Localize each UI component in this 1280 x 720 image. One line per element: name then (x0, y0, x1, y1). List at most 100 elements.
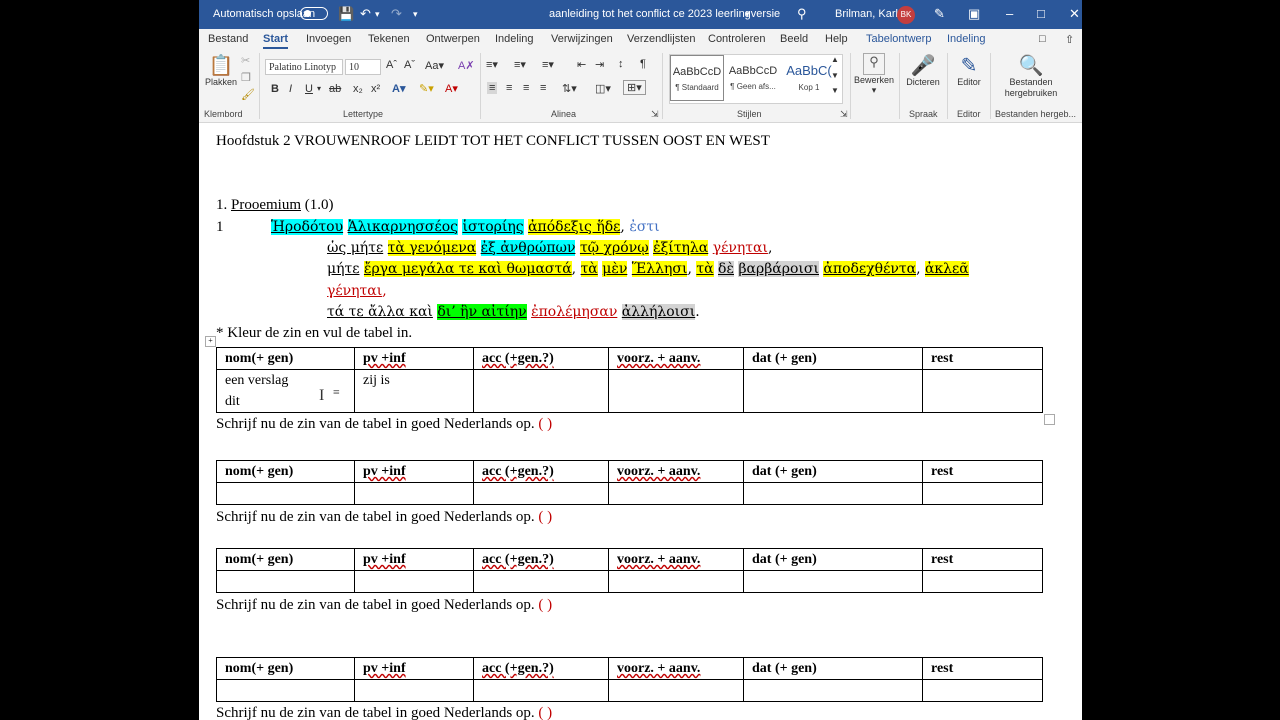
table-cell[interactable] (743, 570, 923, 593)
tab-bestand[interactable]: Bestand (208, 33, 248, 45)
cut-icon[interactable]: ✂ (241, 54, 250, 67)
paste-button[interactable]: 📋 Plakken (204, 53, 238, 87)
close-icon[interactable]: ✕ (1069, 6, 1080, 22)
grow-font-icon[interactable]: Aˆ (386, 59, 397, 71)
undo-icon[interactable]: ↶ (360, 6, 371, 22)
table-cell[interactable] (608, 369, 744, 413)
comments-icon[interactable]: □ (1039, 33, 1046, 45)
document-page[interactable]: Hoofdstuk 2 VROUWENROOF LEIDT TOT HET CO… (199, 123, 1082, 720)
underline-icon[interactable]: U (305, 83, 313, 95)
analysis-table-2[interactable]: nom(+ gen) pv +inf acc (+gen.?) voorz. +… (216, 460, 1043, 505)
table-cell[interactable] (354, 482, 474, 505)
answer-parens[interactable]: ( ) (538, 705, 552, 720)
table-cell[interactable] (216, 482, 355, 505)
table-cell[interactable] (473, 369, 609, 413)
line-spacing-icon[interactable]: ⇅▾ (562, 82, 577, 95)
style-geen-afstand[interactable]: AaBbCcD ¶ Geen afs... (726, 55, 780, 101)
borders-icon[interactable]: ⊞▾ (623, 80, 646, 95)
avatar[interactable]: BK (897, 6, 915, 24)
bullets-icon[interactable]: ≡▾ (486, 58, 498, 71)
analysis-table-1[interactable]: nom(+ gen) pv +inf acc (+gen.?) voorz. +… (216, 347, 1043, 413)
share-icon[interactable]: ⇧ (1065, 33, 1074, 46)
increase-indent-icon[interactable]: ⇥ (595, 58, 604, 71)
table-cell[interactable] (922, 482, 1043, 505)
answer-parens[interactable]: ( ) (538, 597, 552, 613)
alinea-launcher-icon[interactable]: ⇲ (651, 109, 659, 120)
style-standaard[interactable]: AaBbCcD ¶ Standaard (670, 55, 724, 101)
table-cell[interactable] (354, 570, 474, 593)
title-dropdown-icon[interactable]: ▾ (745, 9, 750, 20)
tab-controleren[interactable]: Controleren (708, 33, 765, 45)
styles-scroll-down-icon[interactable]: ▼ (831, 71, 839, 80)
shrink-font-icon[interactable]: Aˇ (404, 59, 415, 71)
table-cell[interactable] (922, 679, 1043, 702)
table-cell[interactable] (216, 679, 355, 702)
styles-scroll-up-icon[interactable]: ▲ (831, 55, 839, 64)
change-case-icon[interactable]: Aa▾ (425, 59, 444, 72)
decrease-indent-icon[interactable]: ⇤ (577, 58, 586, 71)
font-name-combo[interactable]: Palatino Linotyp (265, 59, 343, 75)
table-resize-handle-icon[interactable] (1044, 414, 1055, 425)
table-cell[interactable] (354, 679, 474, 702)
answer-parens[interactable]: ( ) (538, 509, 552, 525)
redo-icon[interactable]: ↷ (391, 6, 402, 22)
answer-parens[interactable]: ( ) (538, 416, 552, 432)
bestanden-hergebruiken-button[interactable]: 🔍 Bestanden hergebruiken (996, 53, 1066, 99)
subscript-icon[interactable]: x₂ (353, 83, 363, 95)
clear-formatting-icon[interactable]: A✗ (458, 59, 475, 72)
align-left-icon[interactable]: ≡ (487, 82, 498, 94)
underline-dropdown-icon[interactable]: ▾ (317, 84, 321, 93)
tab-invoegen[interactable]: Invoegen (306, 33, 351, 45)
table-cell[interactable] (743, 369, 923, 413)
copy-icon[interactable]: ❐ (241, 71, 251, 84)
analysis-table-3[interactable]: nom(+ gen) pv +inf acc (+gen.?) voorz. +… (216, 548, 1043, 593)
font-color-icon[interactable]: A▾ (445, 82, 458, 95)
strikethrough-icon[interactable]: ab (329, 83, 341, 95)
tab-indeling[interactable]: Indeling (495, 33, 534, 45)
table-cell[interactable] (922, 369, 1043, 413)
table-cell[interactable] (473, 482, 609, 505)
tab-tabelontwerp[interactable]: Tabelontwerp (866, 33, 931, 45)
minimize-icon[interactable]: – (1006, 6, 1013, 21)
customize-qat-icon[interactable]: ▾ (413, 9, 418, 20)
pen-icon[interactable]: ✎ (934, 6, 945, 22)
table-cell[interactable] (473, 570, 609, 593)
ribbon-display-icon[interactable]: ▣ (968, 6, 980, 22)
table-cell[interactable] (743, 679, 923, 702)
bold-icon[interactable]: B (271, 83, 279, 95)
multilevel-list-icon[interactable]: ≡▾ (542, 58, 554, 71)
sort-icon[interactable]: ↕ (618, 58, 624, 70)
shading-icon[interactable]: ◫▾ (595, 82, 611, 95)
maximize-icon[interactable]: □ (1037, 6, 1045, 21)
undo-dropdown-icon[interactable]: ▾ (375, 9, 380, 20)
table-cell[interactable] (608, 570, 744, 593)
editor-button[interactable]: ✎ Editor (950, 53, 988, 87)
styles-more-icon[interactable]: ▼ (831, 86, 839, 95)
justify-icon[interactable]: ≡ (540, 82, 546, 94)
highlight-icon[interactable]: ✎▾ (419, 82, 434, 95)
user-name[interactable]: Brilman, Karla (835, 8, 904, 20)
dicteren-button[interactable]: 🎤 Dicteren (902, 53, 944, 87)
format-painter-icon[interactable]: 🖌 (241, 88, 255, 101)
stijlen-launcher-icon[interactable]: ⇲ (840, 109, 848, 120)
tab-table-indeling[interactable]: Indeling (947, 33, 986, 45)
table-cell[interactable] (608, 482, 744, 505)
table-move-handle-icon[interactable]: + (205, 336, 216, 347)
style-kop-1[interactable]: AaBbC( Kop 1 (782, 55, 836, 101)
align-center-icon[interactable]: ≡ (506, 82, 512, 94)
tab-verwijzingen[interactable]: Verwijzingen (551, 33, 613, 45)
table-cell[interactable] (743, 482, 923, 505)
superscript-icon[interactable]: x² (371, 83, 380, 95)
tab-verzendlijsten[interactable]: Verzendlijsten (627, 33, 696, 45)
text-effects-icon[interactable]: A▾ (392, 82, 405, 95)
tab-help[interactable]: Help (825, 33, 848, 45)
tab-tekenen[interactable]: Tekenen (368, 33, 410, 45)
table-cell[interactable] (922, 570, 1043, 593)
save-icon[interactable]: 💾 (338, 6, 354, 22)
table-cell[interactable] (473, 679, 609, 702)
search-icon[interactable]: ⚲ (797, 6, 807, 22)
italic-icon[interactable]: I (289, 83, 292, 95)
numbering-icon[interactable]: ≡▾ (514, 58, 526, 71)
show-marks-icon[interactable]: ¶ (640, 58, 646, 70)
tab-beeld[interactable]: Beeld (780, 33, 808, 45)
